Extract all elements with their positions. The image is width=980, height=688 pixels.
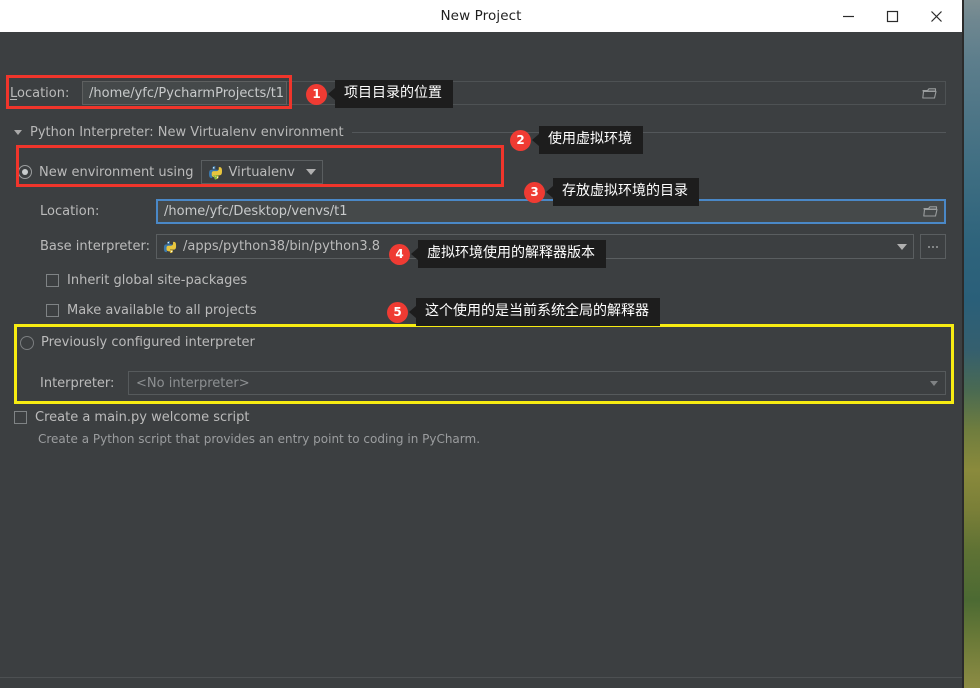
previously-configured-radio[interactable] xyxy=(20,335,34,350)
ellipsis-dot xyxy=(928,245,930,248)
maximize-icon xyxy=(886,10,898,22)
window-controls xyxy=(826,0,958,32)
chevron-down-icon xyxy=(897,243,907,250)
minimize-button[interactable] xyxy=(826,0,870,32)
section-divider xyxy=(351,132,946,133)
callout-arrow-icon xyxy=(532,134,539,146)
close-button[interactable] xyxy=(914,0,958,32)
chevron-down-icon xyxy=(305,169,316,175)
maximize-button[interactable] xyxy=(870,0,914,32)
previously-configured-interpreter-combo[interactable]: <No interpreter> xyxy=(128,371,946,395)
annotation-badge-5: 5 xyxy=(387,301,408,323)
window-edge-seam xyxy=(962,0,964,688)
env-type-value: Virtualenv xyxy=(228,164,295,180)
annotation-badge-3: 3 xyxy=(524,181,545,203)
close-icon xyxy=(930,10,942,22)
minimize-icon xyxy=(842,15,854,17)
interpreter-section-header[interactable]: Python Interpreter: New Virtualenv envir… xyxy=(14,122,946,142)
make-available-all-projects-checkbox[interactable] xyxy=(46,304,59,317)
footer-divider xyxy=(0,677,962,678)
annotation-callout-2: 2 使用虚拟环境 xyxy=(510,126,643,154)
previously-configured-interpreter-label: Interpreter: xyxy=(40,375,115,391)
callout-arrow-icon xyxy=(409,306,416,318)
create-main-script-row[interactable]: Create a main.py welcome script xyxy=(14,410,249,425)
base-interpreter-label: Base interpreter: xyxy=(40,239,150,254)
project-location-row: Location: /home/yfc/PycharmProjects/t1 xyxy=(10,80,946,106)
previously-configured-row[interactable]: Previously configured interpreter xyxy=(20,335,255,350)
title-bar: New Project xyxy=(0,0,962,32)
venv-location-label: Location: xyxy=(40,204,100,219)
annotation-callout-4: 4 虚拟环境使用的解释器版本 xyxy=(389,240,606,268)
ellipsis-dot xyxy=(936,245,938,248)
project-location-label: Location: xyxy=(10,86,82,101)
create-main-script-hint: Create a Python script that provides an … xyxy=(38,432,481,446)
project-location-input[interactable]: /home/yfc/PycharmProjects/t1 xyxy=(82,81,287,105)
folder-icon xyxy=(923,206,938,217)
annotation-badge-4: 4 xyxy=(389,243,410,265)
create-main-script-label: Create a main.py welcome script xyxy=(35,410,250,425)
previously-configured-interpreter-row: Interpreter: <No interpreter> xyxy=(40,371,946,395)
base-interpreter-more-button[interactable] xyxy=(920,234,946,259)
new-environment-row[interactable]: New environment using V Virtualenv xyxy=(18,160,323,184)
dialog-content: Location: /home/yfc/PycharmProjects/t1 P… xyxy=(0,32,962,688)
previously-configured-interpreter-value: <No interpreter> xyxy=(136,375,250,391)
chevron-down-icon xyxy=(930,380,938,386)
env-type-combo[interactable]: V Virtualenv xyxy=(200,160,323,184)
svg-text:V: V xyxy=(213,174,218,180)
callout-arrow-icon xyxy=(546,186,553,198)
annotation-callout-5: 5 这个使用的是当前系统全局的解释器 xyxy=(387,298,660,326)
base-interpreter-value: /apps/python38/bin/python3.8 xyxy=(183,239,381,254)
annotation-callout-1: 1 项目目录的位置 xyxy=(306,80,453,108)
python-virtualenv-icon: V xyxy=(208,165,222,180)
new-environment-radio[interactable] xyxy=(18,165,32,179)
annotation-text-5: 这个使用的是当前系统全局的解释器 xyxy=(416,298,660,326)
chevron-down-icon xyxy=(14,129,22,135)
interpreter-section-title: Python Interpreter: New Virtualenv envir… xyxy=(30,124,344,140)
desktop-wallpaper xyxy=(964,0,980,688)
new-project-dialog: New Project Location: /home/yfc/PycharmP… xyxy=(0,0,962,688)
annotation-text-4: 虚拟环境使用的解释器版本 xyxy=(418,240,606,268)
venv-location-browse-button[interactable] xyxy=(923,205,938,218)
inherit-global-site-packages-checkbox[interactable] xyxy=(46,274,59,287)
annotation-badge-1: 1 xyxy=(306,83,327,105)
previously-configured-label: Previously configured interpreter xyxy=(41,335,255,350)
annotation-callout-3: 3 存放虚拟环境的目录 xyxy=(524,178,699,206)
project-location-mnemonic: L xyxy=(10,85,18,101)
python-icon xyxy=(163,240,177,253)
folder-icon xyxy=(922,87,937,99)
make-available-all-projects-label: Make available to all projects xyxy=(67,303,257,318)
callout-arrow-icon xyxy=(328,88,335,100)
ellipsis-dot xyxy=(932,245,934,248)
annotation-text-2: 使用虚拟环境 xyxy=(539,126,643,154)
callout-arrow-icon xyxy=(411,248,418,260)
window-title: New Project xyxy=(440,8,522,24)
create-main-script-checkbox[interactable] xyxy=(14,411,27,424)
venv-location-row: Location: /home/yfc/Desktop/venvs/t1 xyxy=(40,199,946,224)
venv-location-value: /home/yfc/Desktop/venvs/t1 xyxy=(164,204,348,219)
inherit-global-site-packages-row[interactable]: Inherit global site-packages xyxy=(46,273,247,288)
annotation-badge-2: 2 xyxy=(510,129,531,151)
inherit-global-site-packages-label: Inherit global site-packages xyxy=(67,273,248,288)
new-environment-label: New environment using xyxy=(39,164,194,180)
project-location-label-rest: ocation: xyxy=(17,85,70,101)
make-available-all-projects-row[interactable]: Make available to all projects xyxy=(46,303,257,318)
annotation-text-3: 存放虚拟环境的目录 xyxy=(553,178,699,206)
annotation-text-1: 项目目录的位置 xyxy=(335,80,453,108)
